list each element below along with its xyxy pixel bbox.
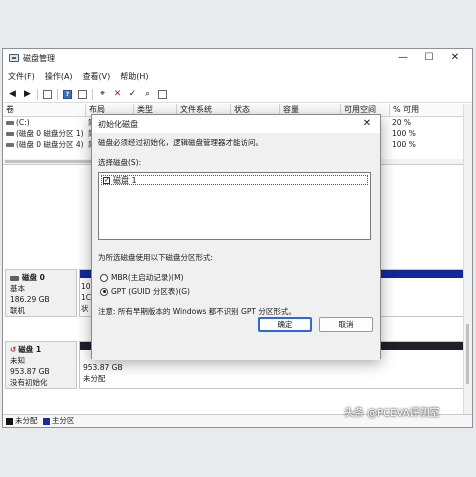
scrollbar-thumb[interactable] [466,324,469,384]
dialog-title-bar: 初始化磁盘 ✕ [92,115,380,133]
delete-icon[interactable]: ✕ [112,89,123,100]
help-icon[interactable]: ? [62,89,73,100]
volume-icon [6,132,14,136]
menu-file[interactable]: 文件(F) [3,70,40,84]
gpt-label: GPT (GUID 分区表)(G) [111,287,190,296]
initialize-disk-dialog: 初始化磁盘 ✕ 磁盘必须经过初始化，逻辑磁盘管理器才能访问。 选择磁盘(S): … [91,114,381,360]
col-volume[interactable]: 卷 [3,104,85,116]
disk-selection-list[interactable]: ✓ 磁盘 1 [98,172,371,240]
ok-button[interactable]: 确定 [258,317,312,332]
volume-name: (磁盘 0 磁盘分区 4) [16,140,84,149]
title-bar: 磁盘管理 — ☐ ✕ [3,49,472,67]
search-icon[interactable]: ⌕ [142,89,153,100]
toolbar: ◀ ▶ ? ⌖ ✕ ✓ ⌕ [3,87,472,103]
menu-view[interactable]: 查看(V) [78,70,116,84]
volume-icon [6,143,14,147]
partition-text: 10 [81,282,91,291]
disk-type: 未知 [10,356,25,365]
minimize-button[interactable]: — [390,50,416,66]
disk-type: 基本 [10,284,25,293]
unallocated-swatch [6,417,13,425]
primary-swatch [42,417,50,425]
gpt-option[interactable]: GPT (GUID 分区表)(G) [100,286,190,297]
disk-name: 磁盘 0 [22,273,45,282]
disk-status: 联机 [10,306,25,315]
legend-primary: 主分区 [51,416,75,425]
list-item[interactable]: ✓ 磁盘 1 [101,175,368,185]
connect-icon[interactable]: ⌖ [97,89,108,100]
disk-name: 磁盘 1 [18,345,42,354]
disk-list-label: 磁盘 1 [113,175,137,185]
maximize-button[interactable]: ☐ [416,50,442,66]
uninitialized-disk-icon: ↺ [10,345,17,354]
disk-icon [10,275,19,281]
legend-unallocated: 未分配 [15,416,38,425]
watermark: 头条 @PCEVA评测室 [344,408,440,419]
disk-management-icon [9,54,19,62]
view-icon[interactable] [157,89,168,100]
menu-help[interactable]: 帮助(H) [115,70,153,84]
volume-icon [6,121,14,125]
disk-size: 186.29 GB [10,295,50,304]
partition-status: 未分配 [83,374,106,383]
partition-text: 1C [81,293,92,302]
mbr-option[interactable]: MBR(主启动记录)(M) [100,272,184,283]
volume-free-percent: 20 % [392,118,412,127]
mbr-radio[interactable] [100,273,108,282]
close-button[interactable]: ✕ [442,50,468,66]
dialog-intro: 磁盘必须经过初始化，逻辑磁盘管理器才能访问。 [98,138,263,147]
forward-arrow-icon[interactable]: ▶ [22,89,33,100]
volume-free-percent: 100 % [392,129,416,138]
cancel-button[interactable]: 取消 [319,317,373,332]
partition-size: 953.87 GB [83,363,123,372]
window-title: 磁盘管理 [23,54,55,63]
partition-text: 状 [81,304,89,313]
back-arrow-icon[interactable]: ◀ [7,89,18,100]
partition-style-label: 为所选磁盘使用以下磁盘分区形式: [98,253,214,262]
select-disk-label: 选择磁盘(S): [98,158,142,167]
volume-free-percent: 100 % [392,140,416,149]
dialog-note: 注意: 所有早期版本的 Windows 都不识别 GPT 分区形式。 [98,307,296,316]
check-icon[interactable]: ✓ [127,89,138,100]
dialog-title: 初始化磁盘 [98,120,138,129]
col-free-percent[interactable]: % 可用 [389,104,465,116]
volume-name: (磁盘 0 磁盘分区 1) [16,129,84,138]
menu-bar: 文件(F) 操作(A) 查看(V) 帮助(H) [3,70,472,84]
disk-status: 没有初始化 [10,378,48,387]
disk-checkbox[interactable]: ✓ [103,176,110,184]
volume-name: (C:) [16,118,30,127]
mbr-label: MBR(主启动记录)(M) [111,273,184,282]
disk-size: 953.87 GB [10,367,50,376]
vertical-scrollbar[interactable] [463,104,472,422]
console-tree-icon[interactable] [42,89,53,100]
disk-1-label[interactable]: ↺ 磁盘 1 未知 953.87 GB 没有初始化 [5,341,77,389]
disk-0-label[interactable]: 磁盘 0 基本 186.29 GB 联机 [5,269,77,317]
gpt-radio[interactable] [100,287,108,296]
dialog-close-button[interactable]: ✕ [358,116,376,132]
menu-action[interactable]: 操作(A) [40,70,78,84]
properties-icon[interactable] [77,89,88,100]
